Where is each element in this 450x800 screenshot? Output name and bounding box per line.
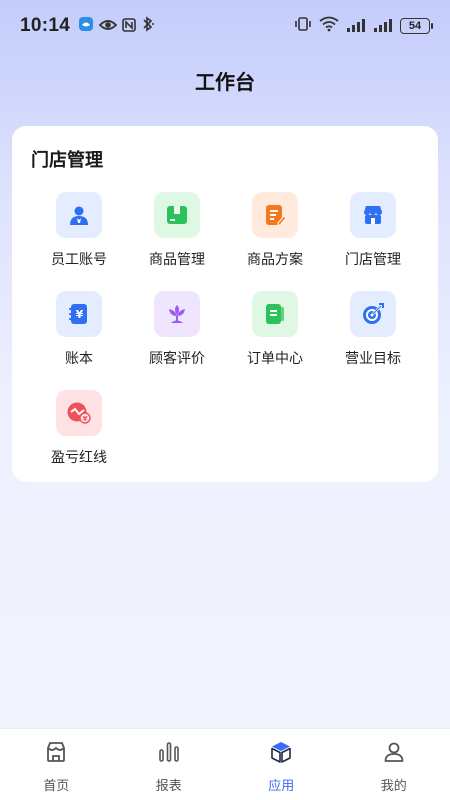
- profile-icon: [382, 740, 406, 768]
- grid-label: 订单中心: [247, 351, 303, 367]
- grid-label: 门店管理: [345, 252, 401, 268]
- grid-label: 顾客评价: [149, 351, 205, 367]
- grid-item-profit-loss-line[interactable]: ¥ 盈亏红线: [30, 390, 128, 470]
- app-notification-icon: [78, 16, 94, 36]
- home-store-icon: [44, 740, 68, 768]
- store-management-card: 门店管理 员工账号 商品管理 商品方案 门店管理 ¥ 账本 顾客评价 订单中心 …: [12, 126, 438, 482]
- ledger-icon: ¥: [56, 291, 102, 337]
- tab-apps[interactable]: 应用: [225, 729, 338, 800]
- svg-text:¥: ¥: [83, 415, 88, 423]
- wifi-icon: [319, 16, 339, 36]
- grid-item-business-target[interactable]: 营业目标: [324, 291, 422, 371]
- battery-indicator: 54: [400, 18, 433, 34]
- product-plan-icon: [252, 192, 298, 238]
- grid-label: 员工账号: [51, 252, 107, 268]
- tab-label: 应用: [268, 779, 295, 794]
- grid-item-staff-account[interactable]: 员工账号: [30, 192, 128, 272]
- nfc-icon: [122, 17, 136, 36]
- tab-home[interactable]: 首页: [0, 729, 113, 800]
- grid-label: 账本: [65, 351, 93, 367]
- target-icon: [350, 291, 396, 337]
- bottom-tab-bar: 首页 报表 应用 我的: [0, 728, 450, 800]
- apps-cube-icon: [269, 740, 293, 768]
- tab-label: 我的: [380, 779, 407, 794]
- tab-profile[interactable]: 我的: [338, 729, 450, 800]
- product-box-icon: [154, 192, 200, 238]
- grid-label: 商品管理: [149, 252, 205, 268]
- grid-label: 营业目标: [345, 351, 401, 367]
- order-book-icon: [252, 291, 298, 337]
- svg-text:¥: ¥: [76, 308, 84, 321]
- grid-item-product-plan[interactable]: 商品方案: [226, 192, 324, 272]
- profit-loss-icon: ¥: [56, 390, 102, 436]
- status-bar: 10:14 54: [0, 0, 450, 52]
- battery-level: 54: [408, 20, 422, 32]
- tab-reports[interactable]: 报表: [113, 729, 226, 800]
- store-icon: [350, 192, 396, 238]
- status-time: 10:14: [20, 15, 71, 36]
- staff-account-icon: [56, 192, 102, 238]
- tab-label: 报表: [155, 779, 182, 794]
- vibrate-icon: [294, 16, 312, 36]
- section-title: 门店管理: [31, 150, 103, 171]
- eye-icon: [98, 17, 118, 36]
- bluetooth-icon: [141, 16, 155, 36]
- grid-item-customer-review[interactable]: 顾客评价: [128, 291, 226, 371]
- grid-item-product-management[interactable]: 商品管理: [128, 192, 226, 272]
- signal-icon-2: [373, 17, 393, 36]
- signal-icon-1: [346, 17, 366, 36]
- grid-label: 盈亏红线: [51, 450, 107, 466]
- grid-item-ledger[interactable]: ¥ 账本: [30, 291, 128, 371]
- grid-item-store-management[interactable]: 门店管理: [324, 192, 422, 272]
- grid-label: 商品方案: [247, 252, 303, 268]
- grid-item-order-center[interactable]: 订单中心: [226, 291, 324, 371]
- report-bars-icon: [157, 740, 181, 768]
- tab-label: 首页: [43, 779, 70, 794]
- flower-review-icon: [154, 291, 200, 337]
- page-title: 工作台: [195, 70, 255, 94]
